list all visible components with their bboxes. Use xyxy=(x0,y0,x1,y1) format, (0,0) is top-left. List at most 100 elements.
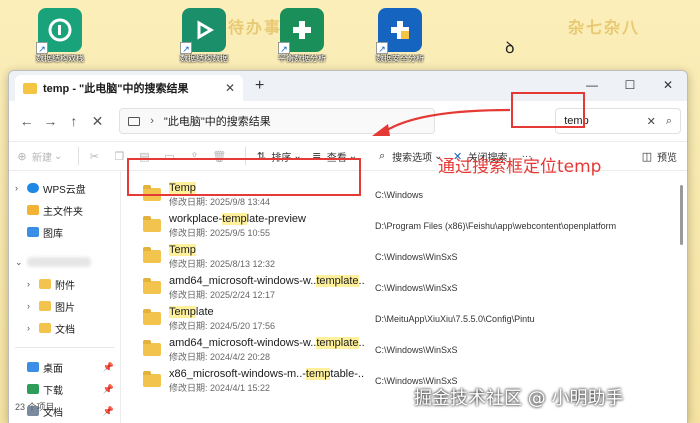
folder-icon xyxy=(39,301,51,311)
sidebar-item-downloads[interactable]: 下载 📌 xyxy=(9,378,120,400)
shortcut-label: 平衡数据分析 xyxy=(278,54,326,63)
sidebar-item-label: 文档 xyxy=(55,324,75,336)
file-name: workplace-template-preview xyxy=(169,212,306,225)
sidebar-item-label: 图片 xyxy=(55,302,75,314)
preview-label: 预览 xyxy=(657,152,677,164)
desktop-shortcut[interactable]: ↗ 平衡数据分析 xyxy=(272,8,332,64)
shortcut-label: 数据结构数据 xyxy=(180,54,228,63)
monitor-icon xyxy=(128,116,141,126)
file-path: D:\MeituApp\XiuXiu\7.5.5.0\Config\Pintu xyxy=(375,313,535,324)
sidebar-item-pictures[interactable]: › 图片 xyxy=(9,295,120,317)
chevron-right-icon[interactable]: › xyxy=(15,183,27,193)
chevron-right-icon[interactable]: › xyxy=(150,115,154,127)
file-name: x86_microsoft-windows-m..-temptable-... xyxy=(169,367,365,380)
desktop-shortcut[interactable]: ↗ 数据安全分析 xyxy=(370,8,430,64)
sidebar-item-blurred[interactable]: ⌄ xyxy=(9,251,120,273)
up-arrow-icon[interactable]: ↑ xyxy=(62,113,86,129)
folder-icon xyxy=(143,340,161,356)
list-item[interactable]: Temp 修改日期: 2025/8/13 12:32 C:\Windows\Win… xyxy=(129,241,673,272)
annotation-text: 通过搜索框定位temp xyxy=(438,157,602,177)
list-item[interactable]: amd64_microsoft-windows-w..template... 修改… xyxy=(129,272,673,303)
chevron-right-icon[interactable]: › xyxy=(27,323,39,333)
pin-icon: 📌 xyxy=(102,405,114,416)
vertical-scrollbar[interactable] xyxy=(680,185,683,245)
app-icon: ↗ xyxy=(180,8,226,54)
cut-button[interactable]: ✂ xyxy=(87,150,104,163)
shortcut-arrow-icon: ↗ xyxy=(278,42,290,54)
folder-icon xyxy=(39,323,51,333)
search-icon[interactable]: ⌕ xyxy=(666,115,672,128)
match-highlight: temp xyxy=(305,367,331,380)
sidebar-item-home[interactable]: 主文件夹 xyxy=(9,199,120,221)
sidebar-item-label: 桌面 xyxy=(43,363,63,375)
shortcut-arrow-icon: ↗ xyxy=(36,42,48,54)
close-tab-icon[interactable]: ✕ xyxy=(225,81,235,95)
file-path: C:\Windows\WinSxS xyxy=(375,282,458,293)
preview-button[interactable]: ◫ 预览 xyxy=(640,149,677,164)
item-count-status: 23 个项目 xyxy=(15,402,55,412)
search-options-button[interactable]: ⌕ 搜索选项 ⌄ xyxy=(375,149,442,164)
clear-search-icon[interactable]: ✕ xyxy=(647,115,656,128)
sidebar-item-desktop[interactable]: 桌面 📌 xyxy=(9,356,120,378)
copy-icon: ❐ xyxy=(114,150,125,163)
match-highlight: Temp xyxy=(169,305,196,318)
desktop-deco-text-right: 杂七杂八 xyxy=(568,18,641,37)
list-item[interactable]: Template 修改日期: 2024/5/20 17:56 D:\MeituAp… xyxy=(129,303,673,334)
preview-pane-icon: ◫ xyxy=(641,150,653,163)
match-highlight: template xyxy=(316,274,359,287)
window-controls: — ☐ ✕ xyxy=(573,71,687,101)
file-date: 修改日期: 2025/8/13 12:32 xyxy=(169,258,276,269)
back-arrow-icon[interactable]: ← xyxy=(15,113,39,129)
pin-icon: 📌 xyxy=(102,361,114,372)
app-icon: ↗ xyxy=(278,8,324,54)
match-highlight: template xyxy=(316,336,359,349)
tab-search-results[interactable]: temp - "此电脑"中的搜索结果 ✕ xyxy=(15,75,243,101)
sidebar-item-wps-cloud[interactable]: › WPS云盘 xyxy=(9,177,120,199)
chevron-down-icon[interactable]: ⌄ xyxy=(15,257,27,268)
list-item[interactable]: workplace-template-preview 修改日期: 2025/9/5… xyxy=(129,210,673,241)
file-date: 修改日期: 2025/9/8 13:44 xyxy=(169,196,271,207)
sidebar-item-documents-folder[interactable]: › 文档 xyxy=(9,317,120,339)
list-item[interactable]: amd64_microsoft-windows-w..template... 修改… xyxy=(129,334,673,365)
forward-arrow-icon[interactable]: → xyxy=(39,113,63,129)
file-path: C:\Windows\WinSxS xyxy=(375,344,458,355)
file-name: Template xyxy=(169,305,214,318)
sidebar-item-attachments[interactable]: › 附件 xyxy=(9,273,120,295)
blurred-label xyxy=(27,257,91,267)
shortcut-arrow-icon: ↗ xyxy=(376,42,388,54)
chevron-right-icon[interactable]: › xyxy=(27,301,39,311)
file-name: Temp xyxy=(169,243,365,256)
chevron-right-icon[interactable]: › xyxy=(27,279,39,289)
desktop-shortcut[interactable]: ↗ 数据结构双栈 xyxy=(30,8,90,64)
file-path: C:\Windows\WinSxS xyxy=(375,251,458,262)
search-icon: ⌕ xyxy=(379,149,386,162)
new-label: 新建 xyxy=(32,152,52,164)
cancel-icon[interactable]: ✕ xyxy=(86,113,110,130)
title-bar: temp - "此电脑"中的搜索结果 ✕ + — ☐ ✕ xyxy=(9,71,687,101)
file-path: C:\Windows xyxy=(375,189,424,200)
app-icon: ↗ xyxy=(376,8,422,54)
folder-icon xyxy=(143,247,161,263)
file-explorer-window: temp - "此电脑"中的搜索结果 ✕ + — ☐ ✕ ← → ↑ ✕ › "… xyxy=(8,70,688,423)
desktop-shortcut[interactable]: ↗ 数据结构数据 xyxy=(174,8,234,64)
sidebar-item-gallery[interactable]: 图库 xyxy=(9,221,120,243)
shortcut-arrow-icon: ↗ xyxy=(180,42,192,54)
close-window-icon[interactable]: ✕ xyxy=(649,71,687,101)
match-highlight: temp xyxy=(222,212,247,225)
app-icon: ↗ xyxy=(36,8,82,54)
file-date: 修改日期: 2025/9/5 10:55 xyxy=(169,227,271,238)
folder-icon xyxy=(143,216,161,232)
download-icon xyxy=(27,384,39,394)
file-path: D:\Program Files (x86)\Feishu\app\webcon… xyxy=(375,220,617,231)
new-tab-icon[interactable]: + xyxy=(255,77,264,95)
maximize-icon[interactable]: ☐ xyxy=(611,71,649,101)
file-name: amd64_microsoft-windows-w..template... xyxy=(169,274,365,287)
search-highlight-box xyxy=(511,92,585,128)
file-date: 修改日期: 2024/4/2 20:28 xyxy=(169,351,271,362)
pin-icon: 📌 xyxy=(102,383,114,394)
sidebar-item-label: 下载 xyxy=(43,385,63,397)
search-options-label: 搜索选项 xyxy=(392,152,433,164)
desktop-icon xyxy=(27,362,39,372)
sidebar-item-label: 主文件夹 xyxy=(43,206,83,218)
new-button[interactable]: ⊕ 新建 ⌄ xyxy=(15,149,62,164)
